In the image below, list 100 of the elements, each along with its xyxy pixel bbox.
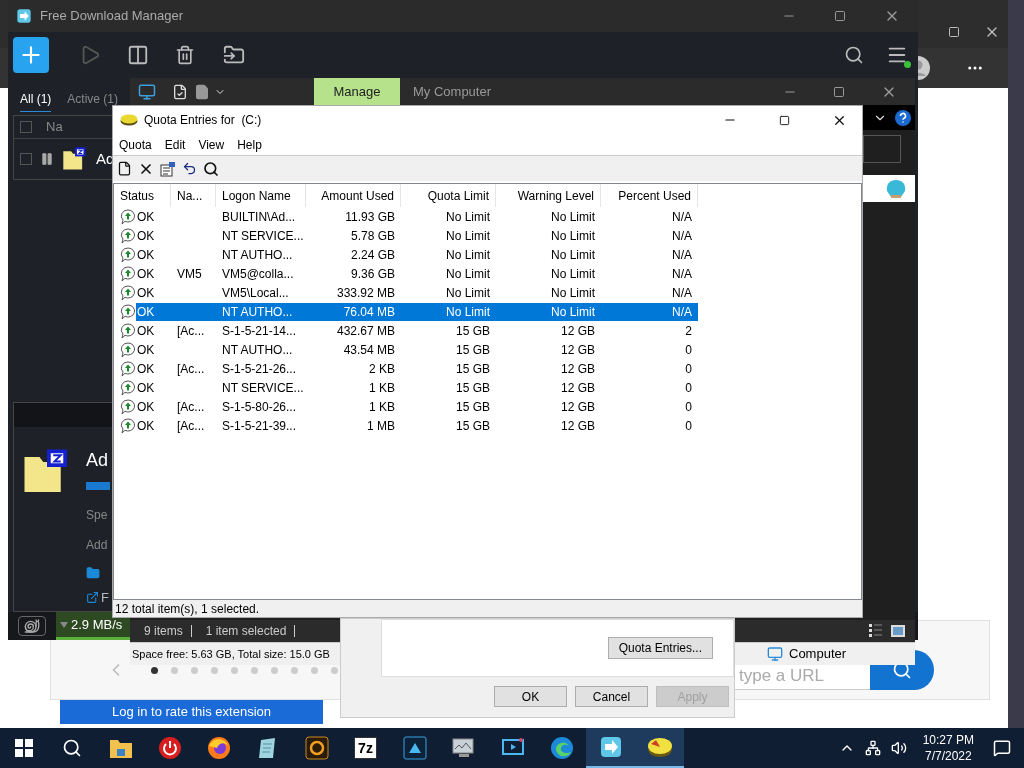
- table-cell-text: 12 GB: [559, 360, 596, 378]
- windows-icon: [14, 739, 33, 757]
- table-row[interactable]: OK [Ac... S-1-5-21-39... 1 MB 15 GB 12 GB 0: [136, 416, 698, 435]
- taskbar-button[interactable]: [586, 728, 635, 768]
- column-header[interactable]: Amount Used: [306, 184, 401, 207]
- undo-icon[interactable]: [182, 161, 197, 176]
- clock[interactable]: 10:27 PM 7/7/2022: [916, 728, 980, 768]
- search-icon: [61, 738, 82, 758]
- table-row[interactable]: OK [Ac... S-1-5-80-26... 1 KB 15 GB 12 GB 0: [136, 397, 698, 416]
- table-row[interactable]: OK BUILTIN\Ad... 11.93 GB No Limit No Limit N/A: [136, 207, 698, 226]
- volume-icon[interactable]: [890, 740, 907, 756]
- table-row[interactable]: OK [Ac... S-1-5-21-14... 432.67 MB 15 GB 12 GB 2: [136, 321, 698, 340]
- snail-button[interactable]: [18, 616, 46, 636]
- table-cell-text: OK: [136, 379, 156, 397]
- table-cell-text: N/A: [671, 227, 693, 245]
- table-row[interactable]: OK [Ac... S-1-5-21-26... 2 KB 15 GB 12 GB 0: [136, 359, 698, 378]
- search-icon[interactable]: [844, 45, 864, 65]
- add-button[interactable]: [13, 37, 49, 73]
- table-cell-text: 0: [684, 417, 693, 435]
- menu-item[interactable]: View: [198, 135, 225, 154]
- table-cell-text: OK: [136, 341, 156, 359]
- table-cell-text: 15 GB: [454, 360, 491, 378]
- table-cell-text: No Limit: [445, 265, 491, 283]
- column-header[interactable]: Na...: [171, 184, 216, 207]
- pause-icon[interactable]: [40, 152, 54, 166]
- filter-tab[interactable]: Active (1): [67, 90, 119, 112]
- quota-entries-button[interactable]: Quota Entries...: [607, 637, 713, 659]
- link[interactable]: F: [101, 588, 109, 608]
- menu-item[interactable]: Edit: [164, 135, 186, 154]
- maximize-button[interactable]: [833, 85, 845, 98]
- status-icon: [120, 208, 136, 225]
- table-row[interactable]: OK NT SERVICE... 1 KB 15 GB 12 GB 0: [136, 378, 698, 397]
- detail-label: Add: [86, 537, 109, 554]
- rate-button[interactable]: Log in to rate this extension: [60, 700, 323, 724]
- zip-folder-icon: [62, 146, 88, 172]
- move-folder-icon[interactable]: [223, 44, 245, 66]
- table-cell-text: VM5@colla...: [221, 265, 295, 283]
- computer-icon[interactable]: [138, 82, 156, 101]
- table-cell-text: OK: [136, 417, 156, 435]
- folder-icon[interactable]: [86, 566, 100, 580]
- document-icon[interactable]: [194, 83, 210, 100]
- filter-tab[interactable]: All (1): [20, 90, 52, 112]
- table-row[interactable]: OK NT SERVICE... 5.78 GB No Limit No Limit N/A: [136, 226, 698, 245]
- table-row[interactable]: OK NT AUTHO... 2.24 GB No Limit No Limit N/A: [136, 245, 698, 264]
- columns-icon[interactable]: [127, 44, 149, 66]
- status-icon: [120, 360, 136, 377]
- checkbox[interactable]: [20, 153, 32, 165]
- maximize-button[interactable]: [779, 114, 790, 126]
- table-cell-text: 5.78 GB: [349, 227, 396, 245]
- column-header[interactable]: Status: [114, 184, 171, 207]
- status-icon: [120, 341, 136, 358]
- table-cell-text: 0: [684, 398, 693, 416]
- table-cell-text: NT AUTHO...: [221, 246, 294, 264]
- table-cell-text: 1 KB: [368, 398, 396, 416]
- properties-icon[interactable]: [160, 160, 176, 177]
- table-row[interactable]: OK VM5 VM5@colla... 9.36 GB No Limit No Limit N/A: [136, 264, 698, 283]
- status-icon: [120, 246, 136, 263]
- notifications-icon[interactable]: [993, 739, 1011, 757]
- globe-icon: [206, 736, 231, 760]
- ribbon-tab[interactable]: My Computer: [400, 78, 505, 105]
- table-cell-text: No Limit: [445, 246, 491, 264]
- taskbar-button[interactable]: [635, 728, 684, 768]
- help-icon[interactable]: [895, 109, 911, 126]
- details-view-icon[interactable]: [869, 624, 883, 638]
- trash-icon[interactable]: [175, 45, 195, 65]
- table-cell-text: OK: [136, 398, 156, 416]
- ribbon-tab[interactable]: Manage: [314, 78, 400, 105]
- swirl-icon: [549, 736, 574, 760]
- maximize-button[interactable]: [834, 10, 846, 22]
- checkbox[interactable]: [20, 121, 32, 133]
- table-cell-text: N/A: [671, 208, 693, 226]
- ring-icon: [304, 736, 329, 760]
- find-icon[interactable]: [203, 160, 219, 177]
- video-icon: [402, 736, 427, 760]
- column-header[interactable]: Percent Used: [601, 184, 698, 207]
- menu-item[interactable]: Help: [237, 135, 262, 154]
- status-icon: [120, 322, 136, 339]
- table-cell-text: No Limit: [445, 208, 491, 226]
- network-icon[interactable]: [864, 740, 881, 756]
- maximize-button[interactable]: [948, 26, 960, 38]
- table-row[interactable]: OK NT AUTHO... 76.04 MB No Limit No Limit N/A: [136, 302, 698, 321]
- table-row[interactable]: OK VM5\Local... 333.92 MB No Limit No Limit N/A: [136, 283, 698, 302]
- table-row[interactable]: OK NT AUTHO... 43.54 MB 15 GB 12 GB 0: [136, 340, 698, 359]
- column-header[interactable]: Quota Limit: [401, 184, 496, 207]
- menu-item[interactable]: Quota: [119, 135, 152, 154]
- table-cell-text: No Limit: [550, 284, 596, 302]
- new-icon[interactable]: [117, 161, 132, 176]
- disk-icon: [645, 735, 674, 759]
- table-cell-text: S-1-5-21-39...: [221, 417, 298, 435]
- status-icon: [120, 379, 136, 396]
- status-icon: [120, 227, 136, 244]
- app-icon: [16, 8, 32, 24]
- status-icon: [120, 303, 136, 320]
- window-title: Free Download Manager: [40, 7, 184, 26]
- taskbar-button[interactable]: 7z: [341, 728, 390, 768]
- column-header[interactable]: Logon Name: [216, 184, 306, 207]
- checklist-icon[interactable]: [172, 83, 188, 100]
- dialog-button[interactable]: Cancel: [575, 686, 648, 707]
- column-header[interactable]: Warning Level: [496, 184, 601, 207]
- dialog-button[interactable]: OK: [494, 686, 567, 707]
